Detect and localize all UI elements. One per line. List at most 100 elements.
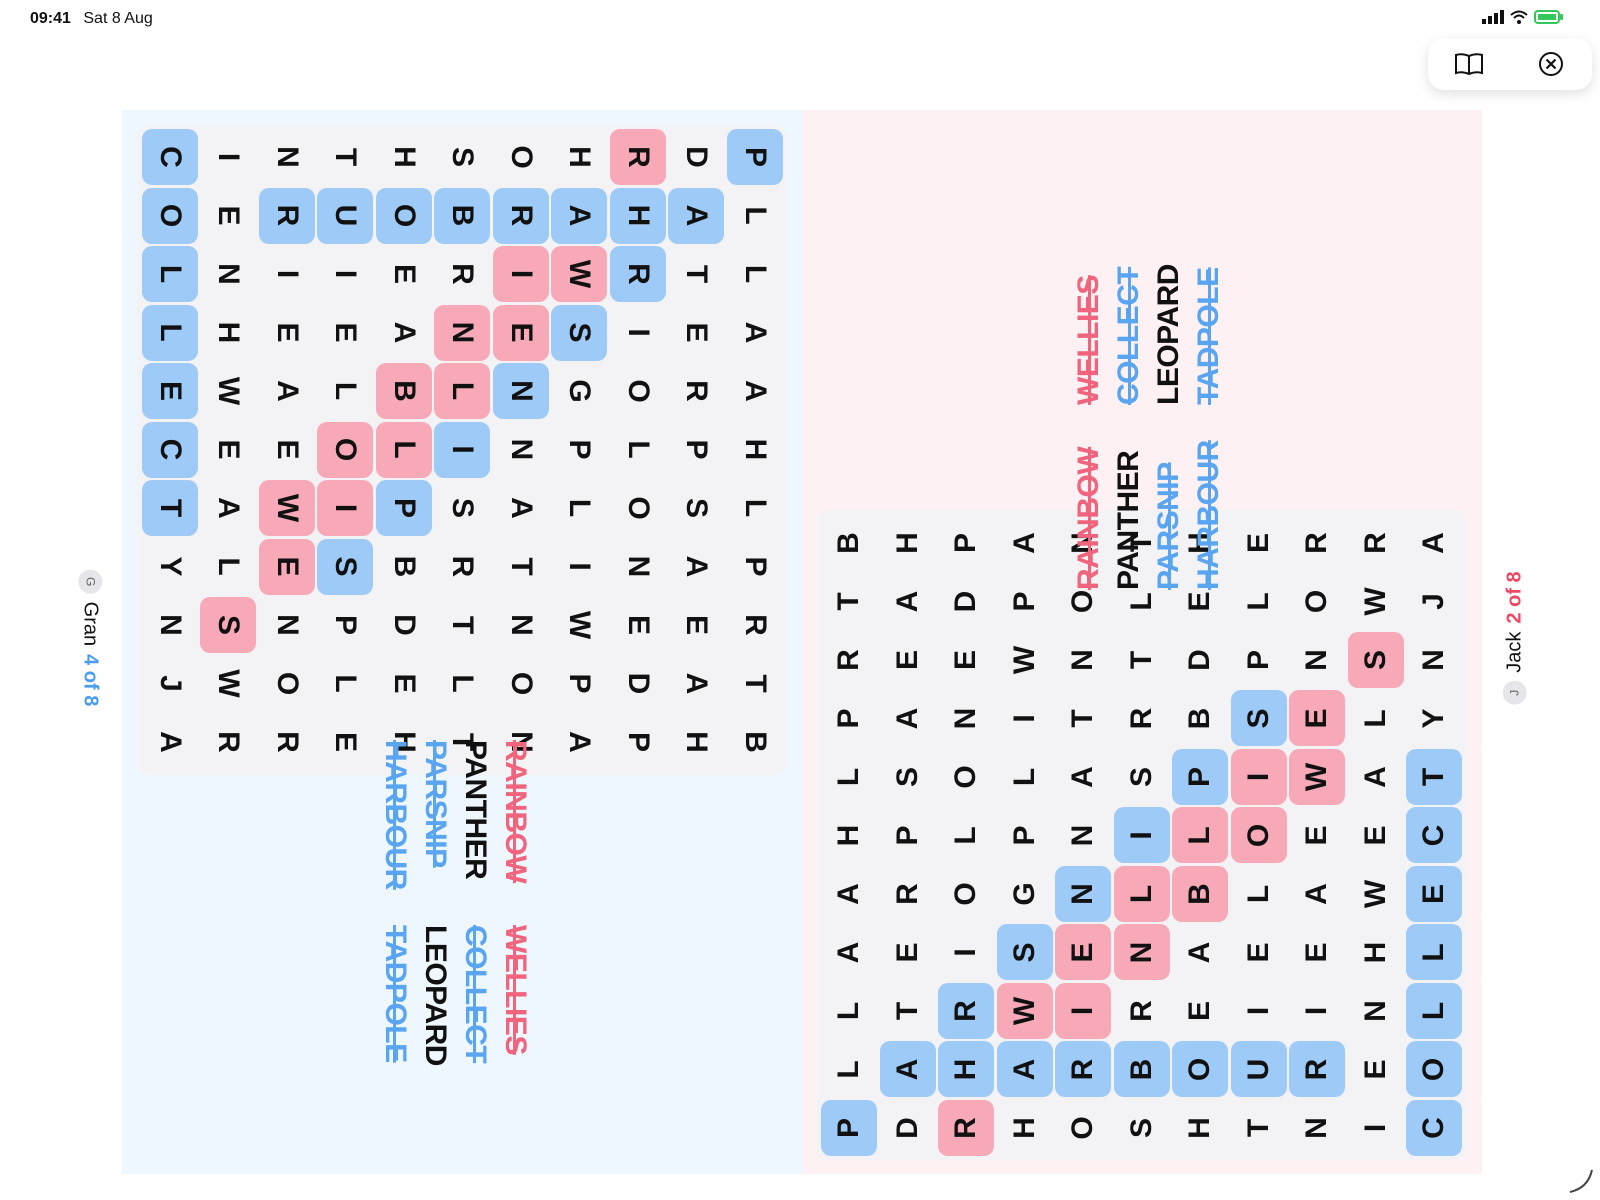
jack-grid-cell[interactable]: N (1055, 866, 1111, 922)
jack-grid-cell[interactable]: D (1172, 632, 1228, 688)
jack-grid-cell[interactable]: W (1289, 749, 1345, 805)
gran-grid-cell[interactable]: I (552, 539, 608, 595)
gran-grid-cell[interactable]: H (610, 187, 666, 244)
jack-grid-cell[interactable]: R (1289, 1041, 1345, 1098)
gran-grid-cell[interactable]: R (435, 539, 491, 595)
jack-grid-cell[interactable]: E (880, 925, 936, 981)
jack-grid-cell[interactable]: P (1172, 749, 1228, 805)
gran-grid-cell[interactable]: D (669, 129, 725, 185)
gran-grid-cell[interactable]: I (434, 421, 491, 478)
gran-grid-cell[interactable]: O (317, 421, 374, 478)
gran-grid-cell[interactable]: D (376, 597, 432, 653)
jack-grid-cell[interactable]: U (1230, 1041, 1287, 1098)
jack-grid-cell[interactable]: H (997, 1100, 1053, 1156)
gran-grid-cell[interactable]: T (493, 539, 549, 595)
gran-grid-cell[interactable]: L (318, 656, 374, 712)
close-circle-icon[interactable] (1531, 44, 1571, 84)
gran-grid-cell[interactable]: P (727, 129, 783, 185)
gran-grid-cell[interactable]: L (318, 363, 374, 419)
jack-grid-cell[interactable]: Y (1406, 691, 1462, 747)
jack-grid-cell[interactable]: L (1406, 983, 1462, 1039)
gran-grid-cell[interactable]: I (318, 246, 374, 302)
jack-grid-cell[interactable]: R (821, 632, 877, 688)
jack-grid-cell[interactable]: L (1231, 866, 1287, 922)
jack-grid-cell[interactable]: A (1406, 515, 1462, 571)
gran-grid-cell[interactable]: W (201, 363, 257, 419)
gran-grid-cell[interactable]: A (669, 539, 725, 595)
jack-grid-cell[interactable]: O (1230, 807, 1287, 864)
gran-grid-cell[interactable]: A (727, 363, 783, 419)
gran-grid-cell[interactable]: E (669, 305, 725, 361)
gran-grid-cell[interactable]: O (142, 187, 198, 244)
jack-grid-cell[interactable]: A (880, 574, 936, 630)
jack-grid-cell[interactable]: A (1172, 925, 1228, 981)
gran-grid-cell[interactable]: A (552, 714, 608, 770)
jack-grid-cell[interactable]: S (880, 749, 936, 805)
gran-grid-cell[interactable]: T (435, 597, 491, 653)
jack-grid-cell[interactable]: N (938, 691, 994, 747)
jack-grid-cell[interactable]: R (938, 1100, 994, 1156)
jack-grid-cell[interactable]: E (1231, 925, 1287, 981)
gran-grid-cell[interactable]: N (493, 422, 549, 478)
jack-grid-cell[interactable]: G (997, 866, 1053, 922)
jack-grid-cell[interactable]: R (1348, 515, 1404, 571)
gran-grid-cell[interactable]: E (259, 305, 315, 361)
gran-grid-cell[interactable]: S (669, 480, 725, 536)
jack-grid-cell[interactable]: L (821, 1042, 877, 1098)
jack-grid-cell[interactable]: A (821, 925, 877, 981)
gran-grid-cell[interactable]: N (434, 304, 491, 361)
gran-grid-cell[interactable]: E (201, 188, 257, 244)
gran-grid-cell[interactable]: P (669, 422, 725, 478)
gran-grid-cell[interactable]: D (610, 656, 666, 712)
jack-grid-cell[interactable]: N (1289, 1100, 1345, 1156)
gran-grid-cell[interactable]: L (142, 246, 198, 302)
jack-grid-cell[interactable]: I (1231, 983, 1287, 1039)
gran-grid-cell[interactable]: N (610, 539, 666, 595)
jack-grid-cell[interactable]: R (938, 983, 994, 1039)
jack-grid-cell[interactable]: P (1231, 632, 1287, 688)
gran-grid-cell[interactable]: R (259, 714, 315, 770)
jack-grid-cell[interactable]: E (1348, 808, 1404, 864)
jack-grid-cell[interactable]: R (1114, 691, 1170, 747)
gran-grid-cell[interactable]: L (727, 188, 783, 244)
gran-grid-cell[interactable]: O (259, 656, 315, 712)
jack-grid-cell[interactable]: E (1348, 1042, 1404, 1098)
gran-grid-cell[interactable]: C (142, 129, 198, 185)
jack-grid-cell[interactable]: A (879, 1041, 936, 1098)
gran-grid-cell[interactable]: T (669, 246, 725, 302)
jack-grid-cell[interactable]: L (1113, 866, 1170, 922)
gran-grid-cell[interactable]: E (259, 538, 315, 595)
gran-grid-cell[interactable]: R (259, 187, 315, 244)
jack-grid-cell[interactable]: A (1289, 866, 1345, 922)
jack-grid-cell[interactable]: T (1231, 1100, 1287, 1156)
gran-grid-cell[interactable]: A (493, 480, 549, 536)
gran-grid-cell[interactable]: L (727, 246, 783, 302)
gran-grid-cell[interactable]: N (201, 246, 257, 302)
jack-grid-cell[interactable]: H (1348, 925, 1404, 981)
jack-grid-cell[interactable]: O (938, 749, 994, 805)
jack-grid-cell[interactable]: L (938, 808, 994, 864)
gran-grid-cell[interactable]: N (259, 129, 315, 185)
jack-grid-cell[interactable]: T (821, 574, 877, 630)
jack-grid-cell[interactable]: A (1055, 749, 1111, 805)
gran-grid-cell[interactable]: N (493, 363, 549, 419)
jack-grid-cell[interactable]: W (996, 983, 1053, 1039)
jack-grid-cell[interactable]: P (997, 574, 1053, 630)
gran-grid-cell[interactable]: A (142, 714, 198, 770)
gran-grid-cell[interactable]: E (142, 363, 198, 419)
gran-grid-cell[interactable]: B (376, 363, 432, 419)
jack-grid-cell[interactable]: R (1114, 983, 1170, 1039)
jack-grid-cell[interactable]: H (821, 808, 877, 864)
gran-grid-cell[interactable]: P (318, 597, 374, 653)
gran-grid-cell[interactable]: H (376, 129, 432, 185)
gran-grid-cell[interactable]: S (317, 538, 374, 595)
jack-grid-cell[interactable]: W (1348, 866, 1404, 922)
gran-grid-cell[interactable]: T (142, 480, 198, 536)
jack-grid-cell[interactable]: S (1114, 1100, 1170, 1156)
jack-grid-cell[interactable]: I (1230, 749, 1287, 805)
jack-grid-cell[interactable]: A (997, 515, 1053, 571)
jack-grid-cell[interactable]: P (997, 808, 1053, 864)
gran-grid-cell[interactable]: E (259, 422, 315, 478)
gran-grid-cell[interactable]: T (318, 129, 374, 185)
gran-grid-cell[interactable]: R (669, 363, 725, 419)
